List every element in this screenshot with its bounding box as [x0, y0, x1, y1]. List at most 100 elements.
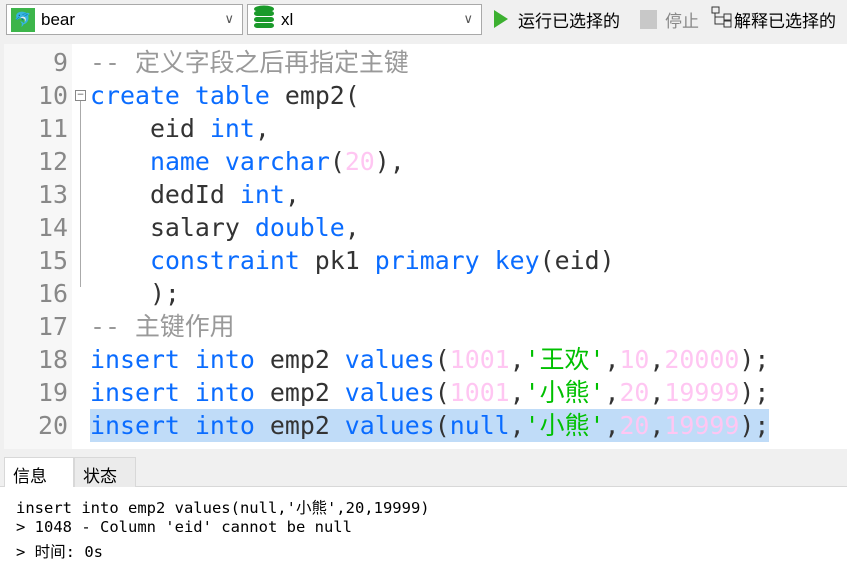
token-keyword: null [449, 411, 510, 440]
stop-icon [640, 9, 657, 29]
code-line[interactable]: 20 insert into emp2 values(null,'小熊',20,1… [4, 409, 847, 442]
sql-editor[interactable]: − 9 -- 定义字段之后再指定主键 10 create table emp2(11 … [4, 44, 847, 449]
token-comment: -- 主键作用 [90, 312, 235, 341]
token-identifier: emp2( [269, 81, 360, 110]
token-keyword: table [194, 81, 270, 110]
line-number: 11 [38, 114, 68, 143]
token-identifier: , [509, 411, 525, 440]
code-text: ); [90, 277, 180, 310]
token-comment: -- 定义字段之后再指定主键 [90, 48, 409, 77]
code-line[interactable]: 13 dedId int, [4, 178, 847, 211]
token-identifier: , [604, 378, 620, 407]
token-keyword: into [194, 411, 255, 440]
token-identifier: emp2 [254, 378, 345, 407]
token-keyword: primary [374, 246, 480, 275]
token-keyword: values [344, 378, 435, 407]
token-identifier: dedId [90, 180, 240, 209]
mysql-dolphin-icon: 🐬 [11, 7, 35, 32]
line-number: 13 [38, 180, 68, 209]
code-text: -- 主键作用 [90, 310, 235, 343]
token-identifier: , [604, 345, 620, 374]
token-number: 19999 [664, 378, 740, 407]
line-number: 20 [38, 411, 68, 440]
connection-select[interactable]: 🐬 bear ∨ [6, 4, 243, 35]
code-line[interactable]: 17 -- 主键作用 [4, 310, 847, 343]
database-select[interactable]: xl ∨ [247, 4, 482, 35]
code-text: dedId int, [90, 178, 300, 211]
code-line[interactable]: 12 name varchar(20), [4, 145, 847, 178]
token-identifier: , [254, 114, 270, 143]
code-line[interactable]: 16 ); [4, 277, 847, 310]
token-number: 10 [619, 345, 650, 374]
token-identifier [180, 411, 195, 440]
message-error: > 1048 - Column 'eid' cannot be null [16, 518, 352, 536]
token-identifier: ( [434, 378, 450, 407]
run-selected-button[interactable]: 运行已选择的 [494, 6, 620, 32]
code-text: insert into emp2 values(null,'小熊',20,199… [90, 409, 770, 442]
database-name: xl [281, 9, 294, 29]
code-text: -- 定义字段之后再指定主键 [90, 46, 409, 79]
code-line[interactable]: 11 eid int, [4, 112, 847, 145]
token-identifier: emp2 [254, 345, 345, 374]
token-string: '小熊' [524, 411, 605, 440]
chevron-down-icon: ∨ [224, 11, 234, 26]
play-icon [494, 10, 508, 28]
token-keyword: constraint [149, 246, 300, 275]
line-number: 17 [38, 312, 68, 341]
token-identifier: ( [434, 345, 450, 374]
output-tabs: 信息 状态 [0, 451, 847, 487]
token-number: 20 [619, 411, 650, 440]
message-time: > 时间: 0s [16, 543, 103, 561]
tab-status[interactable]: 状态 [74, 457, 136, 487]
token-number: 1001 [449, 345, 510, 374]
connection-name: bear [41, 9, 76, 29]
token-identifier: , [284, 180, 300, 209]
token-identifier: , [509, 345, 525, 374]
token-identifier: ); [739, 411, 770, 440]
token-identifier [90, 246, 150, 275]
output-panel: 信息 状态 insert into emp2 values(null,'小熊',… [0, 451, 847, 569]
token-identifier: emp2 [254, 411, 345, 440]
chevron-down-icon: ∨ [463, 11, 473, 26]
code-line[interactable]: 19 insert into emp2 values(1001,'小熊',20,1… [4, 376, 847, 409]
token-identifier: , [509, 378, 525, 407]
token-identifier: , [649, 378, 665, 407]
token-string: '小熊' [524, 378, 605, 407]
token-number: 20 [344, 147, 375, 176]
token-identifier: ( [329, 147, 345, 176]
code-line[interactable]: 18 insert into emp2 values(1001,'王欢',10,2… [4, 343, 847, 376]
token-identifier: pk1 [299, 246, 375, 275]
token-identifier [480, 246, 495, 275]
code-text: constraint pk1 primary key(eid) [90, 244, 615, 277]
token-identifier [210, 147, 225, 176]
token-keyword: int [239, 180, 285, 209]
token-identifier: eid [90, 114, 210, 143]
explain-tree-icon [711, 6, 733, 33]
code-line[interactable]: 10 create table emp2( [4, 79, 847, 112]
line-number: 10 [38, 81, 68, 110]
token-identifier: , [649, 411, 665, 440]
code-text: eid int, [90, 112, 270, 145]
explain-selected-button[interactable]: 解释已选择的 [711, 6, 836, 32]
token-keyword: varchar [224, 147, 330, 176]
code-line[interactable]: 15 constraint pk1 primary key(eid) [4, 244, 847, 277]
token-keyword: create [90, 81, 180, 110]
stop-button[interactable]: 停止 [640, 6, 699, 32]
code-text: create table emp2( [90, 79, 360, 112]
code-text: salary double, [90, 211, 360, 244]
token-identifier: ); [739, 378, 770, 407]
token-keyword: name [149, 147, 210, 176]
code-line[interactable]: 14 salary double, [4, 211, 847, 244]
stop-label: 停止 [665, 11, 699, 31]
tab-info[interactable]: 信息 [4, 457, 74, 487]
token-identifier: salary [90, 213, 255, 242]
message-sql: insert into emp2 values(null,'小熊',20,199… [16, 499, 430, 517]
code-line[interactable]: 9 -- 定义字段之后再指定主键 [4, 46, 847, 79]
explain-selected-label: 解释已选择的 [734, 11, 836, 31]
code-text: insert into emp2 values(1001,'小熊',20,199… [90, 376, 769, 409]
line-number: 9 [53, 48, 68, 77]
token-identifier [180, 81, 195, 110]
token-number: 19999 [664, 411, 740, 440]
token-keyword: values [344, 345, 435, 374]
token-identifier: (eid) [539, 246, 615, 275]
